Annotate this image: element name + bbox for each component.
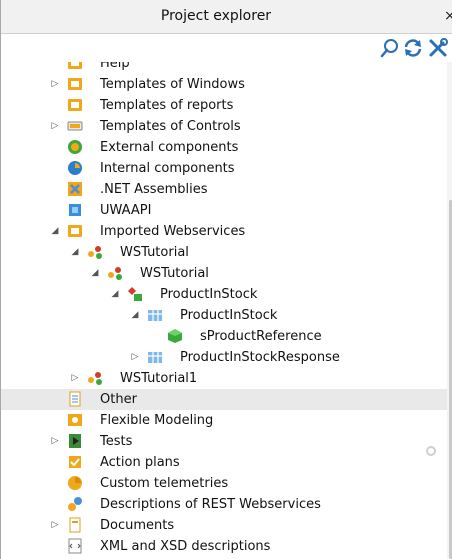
panel-titlebar: Project explorer × <box>1 0 452 34</box>
rest-webservice-icon <box>67 496 83 512</box>
tree-item-label: UWAAPI <box>100 203 152 218</box>
uwaapi-icon <box>67 202 83 218</box>
tree-item[interactable]: ▷ Documents <box>1 515 447 536</box>
tree-item[interactable]: UWAAPI <box>1 200 447 221</box>
explorer-toolbar <box>1 34 452 62</box>
expand-arrow-icon[interactable]: ▷ <box>69 368 81 389</box>
tree-item[interactable]: XML and XSD descriptions <box>1 536 447 557</box>
project-tree: Help ▷ Templates of Windows Templates of re… <box>1 62 452 559</box>
tree-item-label: Templates of Windows <box>100 77 245 92</box>
tools-icon[interactable] <box>427 37 449 59</box>
structure-icon <box>147 349 163 365</box>
collapse-arrow-icon[interactable]: ◢ <box>109 284 121 305</box>
tree-item[interactable]: ▷ ProductInStockResponse <box>1 347 447 368</box>
tree-item[interactable]: Action plans <box>1 452 447 473</box>
search-icon[interactable] <box>379 37 401 59</box>
tree-item[interactable]: .NET Assemblies <box>1 179 447 200</box>
structure-icon <box>147 307 163 323</box>
tree-item-label: Tests <box>100 434 133 449</box>
tree-item-label: ProductInStockResponse <box>180 350 340 365</box>
tests-icon <box>67 433 83 449</box>
expand-arrow-icon[interactable]: ▷ <box>129 347 141 368</box>
tree-item[interactable]: Flexible Modeling <box>1 410 447 431</box>
tree-item-label: Descriptions of REST Webservices <box>100 497 321 512</box>
tree-item-label: XML and XSD descriptions <box>100 539 271 554</box>
tree-item-label: Imported Webservices <box>100 224 246 239</box>
documents-icon <box>67 517 83 533</box>
window-template-icon <box>67 76 83 92</box>
collapse-arrow-icon[interactable]: ◢ <box>89 263 101 284</box>
control-template-icon <box>67 118 83 134</box>
tree-item[interactable]: ◢ WSTutorial <box>1 263 447 284</box>
tree-item[interactable]: Custom telemetries <box>1 473 447 494</box>
tree-item-label: sProductReference <box>200 329 322 344</box>
tree-item[interactable]: Templates of reports <box>1 95 447 116</box>
webservice-icon <box>87 370 103 386</box>
report-template-icon <box>67 97 83 113</box>
tree-item-label: ProductInStock <box>180 308 278 323</box>
tree-item[interactable]: ▷ WSTutorial1 <box>1 368 447 389</box>
tree-item[interactable]: ◢ WSTutorial <box>1 242 447 263</box>
help-icon <box>67 62 83 71</box>
dotnet-assembly-icon <box>67 181 83 197</box>
tree-item-label: WSTutorial <box>120 245 189 260</box>
close-icon[interactable]: × <box>444 8 452 24</box>
expand-arrow-icon[interactable]: ▷ <box>49 431 61 452</box>
tree-item-label: .NET Assemblies <box>100 182 208 197</box>
tree-item[interactable]: ◢ Imported Webservices <box>1 221 447 242</box>
internal-component-icon <box>67 160 83 176</box>
status-indicator-icon <box>426 446 436 456</box>
tree-item-label: Custom telemetries <box>100 476 229 491</box>
tree-item[interactable]: Descriptions of REST Webservices <box>1 494 447 515</box>
webservice-icon <box>87 244 103 260</box>
refresh-icon[interactable] <box>402 37 424 59</box>
tree-item-label: Templates of reports <box>100 98 234 113</box>
project-explorer-panel: Project explorer × Help ▷ Templates of Win… <box>0 0 452 559</box>
panel-title: Project explorer <box>160 8 272 24</box>
tree-item[interactable]: Internal components <box>1 158 447 179</box>
tree-item[interactable]: ▷ Templates of Windows <box>1 74 447 95</box>
webservice-icon <box>107 265 123 281</box>
xml-icon <box>67 538 83 554</box>
tree-item-label: WSTutorial1 <box>120 371 198 386</box>
method-icon <box>127 286 143 302</box>
expand-arrow-icon[interactable]: ▷ <box>49 116 61 137</box>
tree-item[interactable]: External components <box>1 137 447 158</box>
tree-item-label: ProductInStock <box>160 287 258 302</box>
tree-item-label: Action plans <box>100 455 180 470</box>
telemetry-icon <box>67 475 83 491</box>
tree-item[interactable]: Other <box>1 389 447 410</box>
tree-item-label: Help <box>100 62 130 71</box>
tree-item[interactable]: ◢ ProductInStock <box>1 305 447 326</box>
expand-arrow-icon[interactable]: ▷ <box>49 74 61 95</box>
other-icon <box>67 391 83 407</box>
tree-item-label: Other <box>100 392 137 407</box>
tree-item-label: Internal components <box>100 161 235 176</box>
external-component-icon <box>67 139 83 155</box>
tree-item[interactable]: ◢ ProductInStock <box>1 284 447 305</box>
collapse-arrow-icon[interactable]: ◢ <box>69 242 81 263</box>
tree-item[interactable]: sProductReference <box>1 326 447 347</box>
tree-item-label: External components <box>100 140 239 155</box>
collapse-arrow-icon[interactable]: ◢ <box>129 305 141 326</box>
tree-item-label: Documents <box>100 518 175 533</box>
tree-item-label: WSTutorial <box>140 266 209 281</box>
collapse-arrow-icon[interactable]: ◢ <box>49 221 61 242</box>
webservices-folder-icon <box>67 223 83 239</box>
action-plans-icon <box>67 454 83 470</box>
tree-item-label: Flexible Modeling <box>100 413 214 428</box>
tree-item[interactable]: Help <box>1 62 447 74</box>
flexible-modeling-icon <box>67 412 83 428</box>
member-icon <box>167 328 183 344</box>
expand-arrow-icon[interactable]: ▷ <box>49 515 61 536</box>
tree-item[interactable]: ▷ Tests <box>1 431 447 452</box>
tree-item[interactable]: ▷ Templates of Controls <box>1 116 447 137</box>
tree-item-label: Templates of Controls <box>100 119 241 134</box>
